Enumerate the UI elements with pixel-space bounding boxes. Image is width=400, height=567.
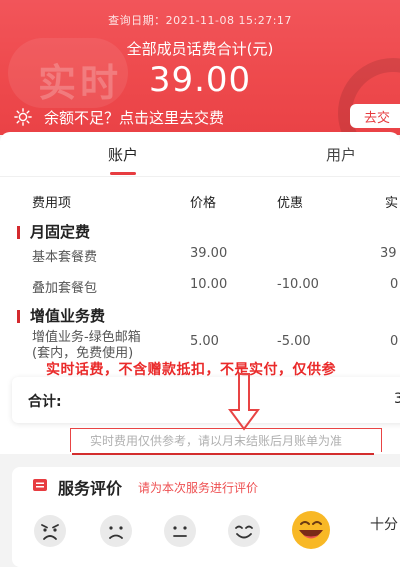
topup-link[interactable]: 余额不足？点击这里去交费 [14, 106, 224, 128]
total-row-label: 合计: [28, 394, 62, 410]
row-actual: 39 [380, 246, 397, 261]
angry-face-icon[interactable] [32, 513, 68, 549]
service-title: 服务评价 [58, 479, 123, 498]
table-row: 增值业务-绿色邮箱 (套内，免费使用) 5.00 -5.00 0 [0, 326, 400, 361]
annotation-underline [72, 453, 374, 455]
grin-face-icon[interactable] [290, 509, 332, 551]
recharge-button[interactable]: 去交 [350, 104, 400, 128]
tab-account[interactable]: 账户 [108, 144, 138, 165]
total-row-value: 3 [394, 391, 400, 407]
column-header-item: 费用项 [32, 196, 72, 211]
section-title-value-added: 增值业务费 [30, 307, 106, 325]
row-price: 5.00 [190, 334, 219, 349]
service-rating-panel: 服务评价 请为本次服务进行评价 十分 [12, 467, 400, 567]
sun-icon [14, 108, 32, 126]
tab-user[interactable]: 用户 [326, 144, 356, 165]
sad-face-icon[interactable] [98, 513, 134, 549]
row-actual: 0 [390, 334, 399, 349]
total-label: 全部成员话费合计(元) [126, 40, 274, 58]
column-header-actual: 实 [385, 196, 399, 211]
row-discount: -10.00 [277, 277, 319, 292]
row-price: 10.00 [190, 277, 228, 292]
section-marker [17, 310, 20, 323]
tab-bar: 账户 用户 [0, 132, 400, 176]
total-row: 合计: 3 [12, 377, 400, 423]
row-price: 39.00 [190, 246, 228, 261]
row-item: 基本套餐费 [32, 250, 98, 265]
section-title-monthly-fee: 月固定费 [30, 223, 91, 241]
rating-label-right: 十分 [370, 517, 398, 533]
total-amount: 39.00 [148, 60, 252, 100]
neutral-face-icon[interactable] [162, 513, 198, 549]
annotation-arrow-icon [228, 373, 260, 431]
column-header-price: 价格 [190, 196, 217, 211]
reference-note: 实时费用仅供参考，请以月末结账后月账单为准 [90, 434, 343, 448]
bill-card: 账户 用户 费用项 价格 优惠 实 月固定费 基本套餐费 39.00 39 叠加… [0, 132, 400, 454]
column-header-discount: 优惠 [277, 196, 304, 211]
rating-icon [33, 479, 47, 491]
topup-text: 余额不足？点击这里去交费 [44, 108, 225, 127]
service-subtitle: 请为本次服务进行评价 [138, 481, 259, 495]
table-row: 基本套餐费 39.00 39 [0, 246, 400, 266]
section-marker [17, 226, 20, 239]
query-date: 查询日期：2021-11-08 15:27:17 [108, 14, 292, 27]
tab-active-indicator [110, 172, 136, 175]
annotation-text: 实时话费，不含赠款抵扣，不是实付，仅供参 [46, 362, 336, 378]
divider [0, 176, 400, 177]
table-row: 叠加套餐包 10.00 -10.00 0 [0, 277, 400, 297]
row-discount: -5.00 [277, 334, 311, 349]
row-item: 叠加套餐包 [32, 281, 98, 296]
smile-face-icon[interactable] [226, 513, 262, 549]
header-banner: 实时 查询日期：2021-11-08 15:27:17 全部成员话费合计(元) … [0, 0, 400, 135]
row-actual: 0 [390, 277, 399, 292]
